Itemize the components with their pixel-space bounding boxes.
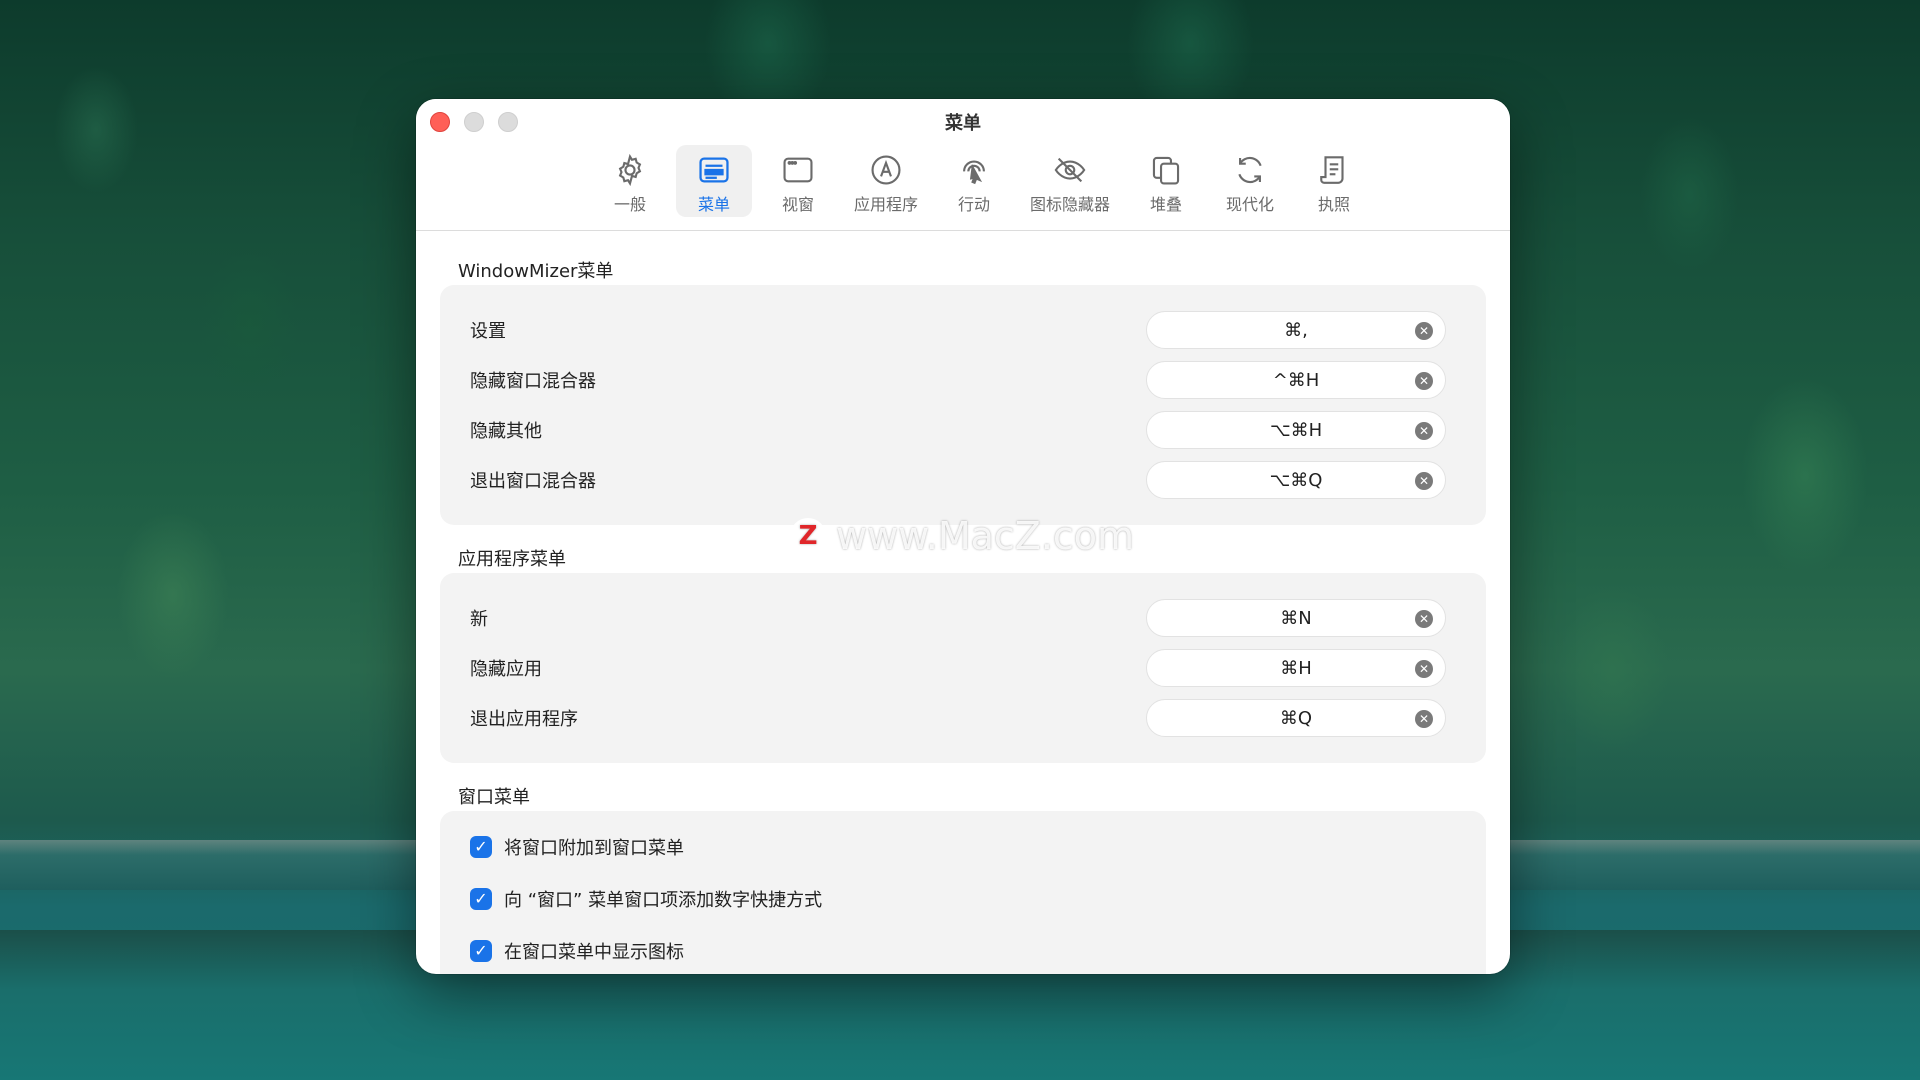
option-label: 在窗口菜单中显示图标 xyxy=(504,942,684,963)
eye-slash-icon xyxy=(1054,157,1086,183)
tab-stacking[interactable]: 堆叠 xyxy=(1128,145,1204,217)
tab-menu[interactable]: 菜单 xyxy=(676,145,752,217)
shortcut-row-hide-window-mixer: 隐藏窗口混合器 ^⌘H ✕ xyxy=(470,355,1446,405)
tab-actions[interactable]: 行动 xyxy=(936,145,1012,217)
tab-label: 行动 xyxy=(958,195,991,214)
shortcut-row-settings: 设置 ⌘, ✕ xyxy=(470,305,1446,355)
section-title-windowmizer: WindowMizer菜单 xyxy=(458,261,614,282)
option-label: 将窗口附加到窗口菜单 xyxy=(504,838,684,859)
option-attach-to-window-menu[interactable]: ✓ 将窗口附加到窗口菜单 xyxy=(470,821,1446,873)
checkbox-checked[interactable]: ✓ xyxy=(470,836,492,858)
watermark-text: www.MacZ.com xyxy=(836,514,1135,558)
pointer-action-icon xyxy=(963,160,985,185)
settings-content: WindowMizer菜单 设置 ⌘, ✕ 隐藏窗口混合器 ^⌘H ✕ 隐藏其他 xyxy=(440,231,1486,974)
shortcut-recorder[interactable]: ⌘Q ✕ xyxy=(1146,699,1446,737)
gear-icon xyxy=(618,153,642,187)
shortcut-recorder[interactable]: ⌘H ✕ xyxy=(1146,649,1446,687)
row-label: 退出应用程序 xyxy=(470,709,578,730)
clear-icon[interactable]: ✕ xyxy=(1415,422,1433,440)
shortcut-value: ⌘H xyxy=(1280,657,1312,679)
shortcut-recorder[interactable]: ⌥⌘H ✕ xyxy=(1146,411,1446,449)
shortcut-value: ⌘, xyxy=(1284,319,1308,341)
shortcut-value: ⌘Q xyxy=(1279,707,1313,729)
tab-icon-hider[interactable]: 图标隐藏器 xyxy=(1020,145,1120,217)
windowmizer-menu-group: 设置 ⌘, ✕ 隐藏窗口混合器 ^⌘H ✕ 隐藏其他 ⌥⌘H ✕ 退出窗口混合器… xyxy=(440,285,1486,525)
tab-label: 一般 xyxy=(613,195,646,214)
clear-icon[interactable]: ✕ xyxy=(1415,710,1433,728)
tab-label: 视窗 xyxy=(781,195,814,214)
tab-label: 菜单 xyxy=(697,195,730,214)
tab-label: 图标隐藏器 xyxy=(1030,195,1111,214)
tab-applications[interactable]: 应用程序 xyxy=(844,145,928,217)
row-label: 隐藏应用 xyxy=(470,659,542,680)
clear-icon[interactable]: ✕ xyxy=(1415,660,1433,678)
tab-label: 堆叠 xyxy=(1150,195,1183,214)
option-label: 向 “窗口” 菜单窗口项添加数字快捷方式 xyxy=(504,890,823,911)
shortcut-value: ^⌘H xyxy=(1272,369,1320,391)
refresh-icon xyxy=(1238,156,1262,184)
shortcut-value: ⌥⌘H xyxy=(1269,419,1323,441)
tab-general[interactable]: 一般 xyxy=(592,145,668,217)
title-bar: 菜单 一般 菜单 视窗 应用程序 行动 图标隐藏器 堆叠 现代化 执照 xyxy=(416,99,1510,231)
shortcut-row-hide-others: 隐藏其他 ⌥⌘H ✕ xyxy=(470,405,1446,455)
clear-icon[interactable]: ✕ xyxy=(1415,472,1433,490)
tab-label: 应用程序 xyxy=(854,195,919,214)
shortcut-recorder[interactable]: ^⌘H ✕ xyxy=(1146,361,1446,399)
window-menu-group: ✓ 将窗口附加到窗口菜单 ✓ 向 “窗口” 菜单窗口项添加数字快捷方式 ✓ 在窗… xyxy=(440,811,1486,974)
app-menu-group: 新 ⌘N ✕ 隐藏应用 ⌘H ✕ 退出应用程序 ⌘Q ✕ xyxy=(440,573,1486,763)
menu-icon xyxy=(699,157,729,183)
watermark: Z www.MacZ.com xyxy=(790,514,1134,558)
row-label: 隐藏窗口混合器 xyxy=(470,371,596,392)
clear-icon[interactable]: ✕ xyxy=(1415,610,1433,628)
tab-license[interactable]: 执照 xyxy=(1296,145,1372,217)
tab-label: 现代化 xyxy=(1226,195,1275,214)
clear-icon[interactable]: ✕ xyxy=(1415,322,1433,340)
app-store-icon xyxy=(871,155,901,185)
option-show-icons[interactable]: ✓ 在窗口菜单中显示图标 xyxy=(470,925,1446,974)
row-label: 新 xyxy=(470,609,488,630)
shortcut-row-new: 新 ⌘N ✕ xyxy=(470,593,1446,643)
row-label: 退出窗口混合器 xyxy=(470,471,596,492)
shortcut-row-hide-app: 隐藏应用 ⌘H ✕ xyxy=(470,643,1446,693)
window-icon xyxy=(783,157,813,183)
shortcut-row-quit-window-mixer: 退出窗口混合器 ⌥⌘Q ✕ xyxy=(470,455,1446,505)
tab-label: 执照 xyxy=(1318,195,1351,214)
tab-modernize[interactable]: 现代化 xyxy=(1212,145,1288,217)
license-icon xyxy=(1320,156,1344,184)
shortcut-recorder[interactable]: ⌘, ✕ xyxy=(1146,311,1446,349)
section-title-window-menu: 窗口菜单 xyxy=(458,787,530,808)
row-label: 隐藏其他 xyxy=(470,421,542,442)
shortcut-row-quit-app: 退出应用程序 ⌘Q ✕ xyxy=(470,693,1446,743)
checkbox-checked[interactable]: ✓ xyxy=(470,888,492,910)
tab-windows[interactable]: 视窗 xyxy=(760,145,836,217)
shortcut-recorder[interactable]: ⌘N ✕ xyxy=(1146,599,1446,637)
stack-icon xyxy=(1152,156,1180,185)
preferences-toolbar: 一般 菜单 视窗 应用程序 行动 图标隐藏器 堆叠 现代化 执照 xyxy=(592,145,1372,217)
clear-icon[interactable]: ✕ xyxy=(1415,372,1433,390)
shortcut-value: ⌥⌘Q xyxy=(1269,469,1323,491)
checkbox-checked[interactable]: ✓ xyxy=(470,940,492,962)
shortcut-value: ⌘N xyxy=(1280,607,1312,629)
row-label: 设置 xyxy=(470,321,506,342)
shortcut-recorder[interactable]: ⌥⌘Q ✕ xyxy=(1146,461,1446,499)
option-add-number-shortcuts[interactable]: ✓ 向 “窗口” 菜单窗口项添加数字快捷方式 xyxy=(470,873,1446,925)
watermark-logo: Z xyxy=(790,518,826,554)
window-title: 菜单 xyxy=(945,113,981,134)
